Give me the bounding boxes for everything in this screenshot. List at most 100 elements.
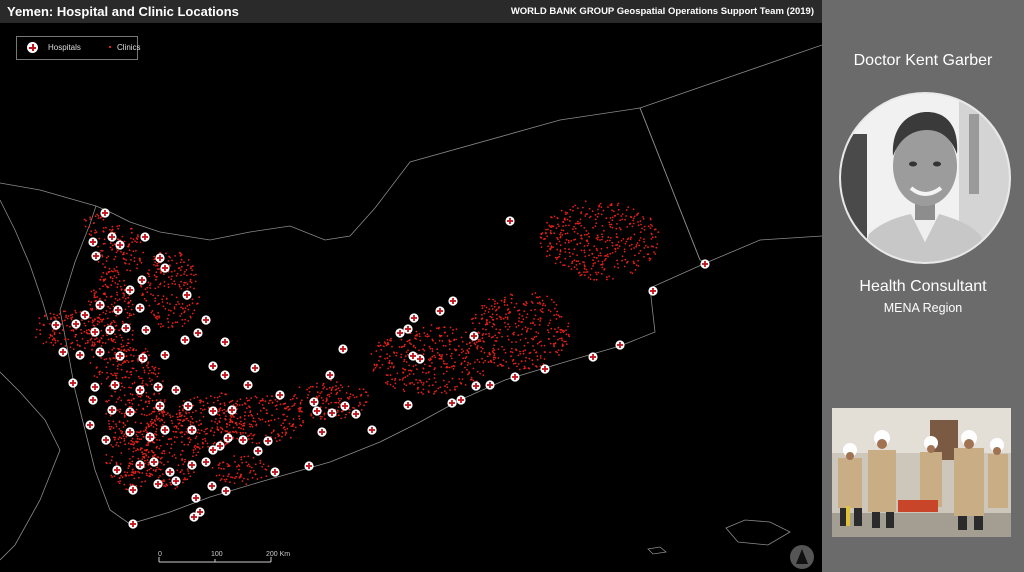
hospital-icon[interactable] bbox=[456, 395, 466, 405]
hospital-icon[interactable] bbox=[171, 476, 181, 486]
hospital-icon[interactable] bbox=[227, 405, 237, 415]
hospital-icon[interactable] bbox=[90, 327, 100, 337]
hospital-icon[interactable] bbox=[125, 285, 135, 295]
hospital-icon[interactable] bbox=[182, 290, 192, 300]
map-canvas[interactable] bbox=[0, 0, 822, 572]
hospital-icon[interactable] bbox=[448, 296, 458, 306]
hospital-icon[interactable] bbox=[137, 275, 147, 285]
hospital-icon[interactable] bbox=[208, 406, 218, 416]
hospital-icon[interactable] bbox=[51, 320, 61, 330]
hospital-icon[interactable] bbox=[435, 306, 445, 316]
hospital-icon[interactable] bbox=[95, 347, 105, 357]
hospital-icon[interactable] bbox=[215, 441, 225, 451]
hospital-icon[interactable] bbox=[183, 401, 193, 411]
hospital-icon[interactable] bbox=[409, 313, 419, 323]
hospital-icon[interactable] bbox=[112, 465, 122, 475]
hospital-icon[interactable] bbox=[155, 401, 165, 411]
hospital-icon[interactable] bbox=[223, 433, 233, 443]
hospital-icon[interactable] bbox=[68, 378, 78, 388]
hospital-icon[interactable] bbox=[193, 328, 203, 338]
hospital-icon[interactable] bbox=[351, 409, 361, 419]
hospital-icon[interactable] bbox=[75, 350, 85, 360]
hospital-icon[interactable] bbox=[135, 460, 145, 470]
hospital-icon[interactable] bbox=[160, 425, 170, 435]
hospital-icon[interactable] bbox=[338, 344, 348, 354]
hospital-icon[interactable] bbox=[700, 259, 710, 269]
hospital-icon[interactable] bbox=[125, 427, 135, 437]
hospital-icon[interactable] bbox=[85, 420, 95, 430]
hospital-icon[interactable] bbox=[208, 361, 218, 371]
hospital-icon[interactable] bbox=[238, 435, 248, 445]
hospital-icon[interactable] bbox=[153, 382, 163, 392]
hospital-icon[interactable] bbox=[90, 382, 100, 392]
hospital-icon[interactable] bbox=[220, 370, 230, 380]
hospital-icon[interactable] bbox=[505, 216, 515, 226]
hospital-icon[interactable] bbox=[415, 354, 425, 364]
hospital-icon[interactable] bbox=[367, 425, 377, 435]
hospital-icon[interactable] bbox=[263, 436, 273, 446]
map-view[interactable]: Yemen: Hospital and Clinic Locations WOR… bbox=[0, 0, 822, 572]
hospital-icon[interactable] bbox=[171, 385, 181, 395]
hospital-icon[interactable] bbox=[135, 385, 145, 395]
hospital-icon[interactable] bbox=[510, 372, 520, 382]
hospital-icon[interactable] bbox=[115, 240, 125, 250]
hospital-icon[interactable] bbox=[340, 401, 350, 411]
hospital-icon[interactable] bbox=[201, 315, 211, 325]
hospital-icon[interactable] bbox=[71, 319, 81, 329]
hospital-icon[interactable] bbox=[100, 208, 110, 218]
hospital-icon[interactable] bbox=[140, 232, 150, 242]
hospital-icon[interactable] bbox=[270, 467, 280, 477]
hospital-icon[interactable] bbox=[115, 351, 125, 361]
hospital-icon[interactable] bbox=[107, 405, 117, 415]
hospital-icon[interactable] bbox=[485, 380, 495, 390]
hospital-icon[interactable] bbox=[105, 325, 115, 335]
hospital-icon[interactable] bbox=[88, 395, 98, 405]
hospital-icon[interactable] bbox=[180, 335, 190, 345]
hospital-icon[interactable] bbox=[58, 347, 68, 357]
hospital-icon[interactable] bbox=[187, 425, 197, 435]
hospital-icon[interactable] bbox=[207, 481, 217, 491]
hospital-icon[interactable] bbox=[88, 237, 98, 247]
hospital-icon[interactable] bbox=[153, 479, 163, 489]
hospital-icon[interactable] bbox=[243, 380, 253, 390]
hospital-icon[interactable] bbox=[110, 380, 120, 390]
hospital-icon[interactable] bbox=[250, 363, 260, 373]
hospital-icon[interactable] bbox=[160, 263, 170, 273]
hospital-icon[interactable] bbox=[201, 457, 211, 467]
hospital-icon[interactable] bbox=[309, 397, 319, 407]
hospital-icon[interactable] bbox=[149, 457, 159, 467]
hospital-icon[interactable] bbox=[138, 353, 148, 363]
hospital-icon[interactable] bbox=[145, 432, 155, 442]
hospital-icon[interactable] bbox=[121, 323, 131, 333]
hospital-icon[interactable] bbox=[275, 390, 285, 400]
hospital-icon[interactable] bbox=[312, 406, 322, 416]
hospital-icon[interactable] bbox=[189, 512, 199, 522]
hospital-icon[interactable] bbox=[191, 493, 201, 503]
hospital-icon[interactable] bbox=[253, 446, 263, 456]
hospital-icon[interactable] bbox=[403, 324, 413, 334]
hospital-icon[interactable] bbox=[101, 435, 111, 445]
hospital-icon[interactable] bbox=[304, 461, 314, 471]
hospital-icon[interactable] bbox=[615, 340, 625, 350]
hospital-icon[interactable] bbox=[588, 352, 598, 362]
hospital-icon[interactable] bbox=[160, 350, 170, 360]
hospital-icon[interactable] bbox=[187, 460, 197, 470]
hospital-icon[interactable] bbox=[128, 519, 138, 529]
hospital-icon[interactable] bbox=[471, 381, 481, 391]
hospital-icon[interactable] bbox=[80, 310, 90, 320]
hospital-icon[interactable] bbox=[135, 303, 145, 313]
hospital-icon[interactable] bbox=[469, 331, 479, 341]
hospital-icon[interactable] bbox=[95, 300, 105, 310]
hospital-icon[interactable] bbox=[540, 364, 550, 374]
hospital-icon[interactable] bbox=[327, 408, 337, 418]
hospital-icon[interactable] bbox=[128, 485, 138, 495]
hospital-icon[interactable] bbox=[403, 400, 413, 410]
hospital-icon[interactable] bbox=[165, 467, 175, 477]
hospital-icon[interactable] bbox=[648, 286, 658, 296]
hospital-icon[interactable] bbox=[395, 328, 405, 338]
hospital-icon[interactable] bbox=[447, 398, 457, 408]
hospital-icon[interactable] bbox=[141, 325, 151, 335]
hospital-icon[interactable] bbox=[221, 486, 231, 496]
hospital-icon[interactable] bbox=[325, 370, 335, 380]
hospital-icon[interactable] bbox=[113, 305, 123, 315]
